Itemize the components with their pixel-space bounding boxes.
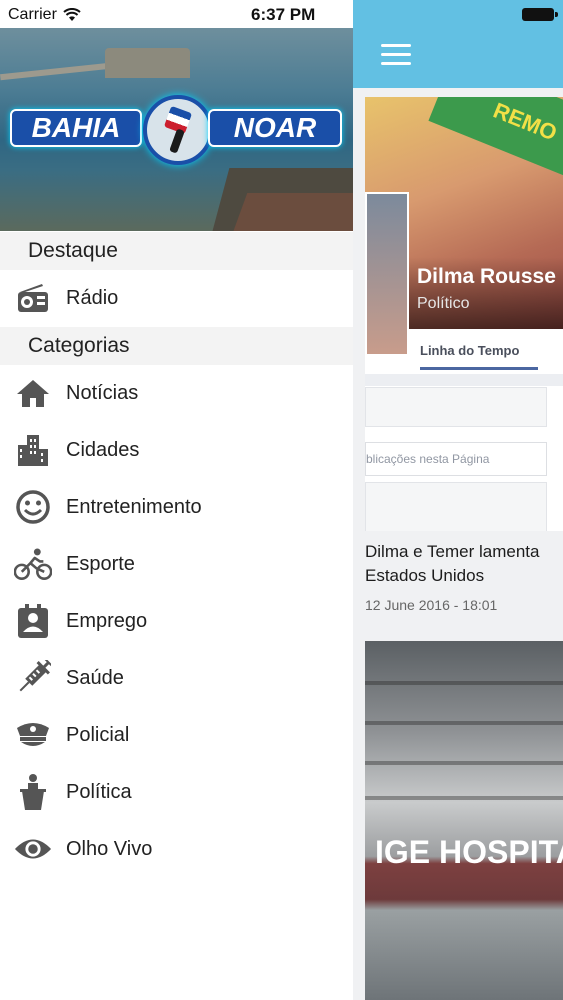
news-headline[interactable]: Dilma e Temer lamenta Estados Unidos: [365, 540, 563, 588]
carrier-label: Carrier: [8, 6, 57, 23]
news-date: 12 June 2016 - 18:01: [365, 597, 498, 613]
eye-icon: [14, 830, 52, 868]
section-featured: Destaque: [0, 232, 353, 270]
fort: [105, 48, 190, 78]
bicycle-icon: [14, 545, 52, 583]
placeholder-box: [365, 482, 547, 531]
logo-text-right: NOAR: [208, 109, 342, 147]
menu-label: Emprego: [66, 609, 148, 632]
page-name: Dilma Rousse: [417, 265, 556, 288]
podium-icon: [14, 773, 52, 811]
headline-line: Estados Unidos: [365, 566, 485, 585]
header-banner: BAHIA NOAR: [0, 28, 353, 231]
news-card-image[interactable]: IGE HOSPITA: [365, 641, 563, 1000]
hamburger-menu-icon[interactable]: [381, 44, 411, 66]
menu-item-radio[interactable]: Rádio: [0, 270, 353, 326]
banner-text: REMO: [428, 97, 563, 189]
menu-item-noticias[interactable]: Notícias: [0, 365, 353, 421]
app-logo: BAHIA NOAR: [10, 95, 343, 165]
radio-icon: [14, 279, 52, 317]
menu-item-cidades[interactable]: Cidades: [0, 422, 353, 478]
menu-label: Saúde: [66, 666, 124, 689]
side-drawer: Carrier BAHIA NOAR Destaque Rádio Catego…: [0, 0, 353, 1000]
menu-item-olho-vivo[interactable]: Olho Vivo: [0, 821, 353, 877]
hospital-sign: IGE HOSPITA: [375, 834, 563, 870]
menu-item-politica[interactable]: Política: [0, 764, 353, 820]
city-icon: [14, 431, 52, 469]
menu-label: Cidades: [66, 438, 140, 461]
headline-line: Dilma e Temer lamenta: [365, 542, 540, 561]
tab-timeline: Linha do Tempo: [420, 343, 520, 358]
news-card[interactable]: REMO Dilma Rousse Político Linha do Temp…: [365, 97, 563, 531]
menu-item-saude[interactable]: Saúde: [0, 650, 353, 706]
wifi-icon: [63, 8, 81, 21]
pier: [0, 61, 120, 81]
menu-label: Notícias: [66, 381, 139, 404]
battery-icon: [522, 8, 558, 21]
police-cap-icon: [14, 716, 52, 754]
profile-photo: [365, 192, 409, 356]
syringe-icon: [14, 659, 52, 697]
rooftop: [232, 193, 353, 231]
menu-label: Entretenimento: [66, 495, 202, 518]
menu-label: Policial: [66, 723, 130, 746]
home-icon: [14, 374, 52, 412]
page-category: Político: [417, 295, 470, 312]
menu-label: Esporte: [66, 552, 135, 575]
menu-label: Olho Vivo: [66, 837, 153, 860]
placeholder-box: [365, 387, 547, 427]
menu-item-entretenimento[interactable]: Entretenimento: [0, 479, 353, 535]
id-badge-icon: [14, 602, 52, 640]
menu-label: Rádio: [66, 286, 119, 309]
microphone-icon: [143, 95, 213, 165]
main-content: REMO Dilma Rousse Político Linha do Temp…: [353, 0, 563, 1000]
smiley-icon: [14, 488, 52, 526]
placeholder-text: blicações nesta Página: [365, 442, 547, 476]
logo-text-left: BAHIA: [10, 109, 142, 147]
section-categories: Categorias: [0, 327, 353, 365]
status-carrier: Carrier: [8, 6, 81, 24]
menu-item-esporte[interactable]: Esporte: [0, 536, 353, 592]
tab-underline: [420, 367, 538, 370]
menu-item-emprego[interactable]: Emprego: [0, 593, 353, 649]
status-time: 6:37 PM: [251, 5, 316, 24]
menu-item-policial[interactable]: Policial: [0, 707, 353, 763]
menu-label: Política: [66, 780, 132, 803]
